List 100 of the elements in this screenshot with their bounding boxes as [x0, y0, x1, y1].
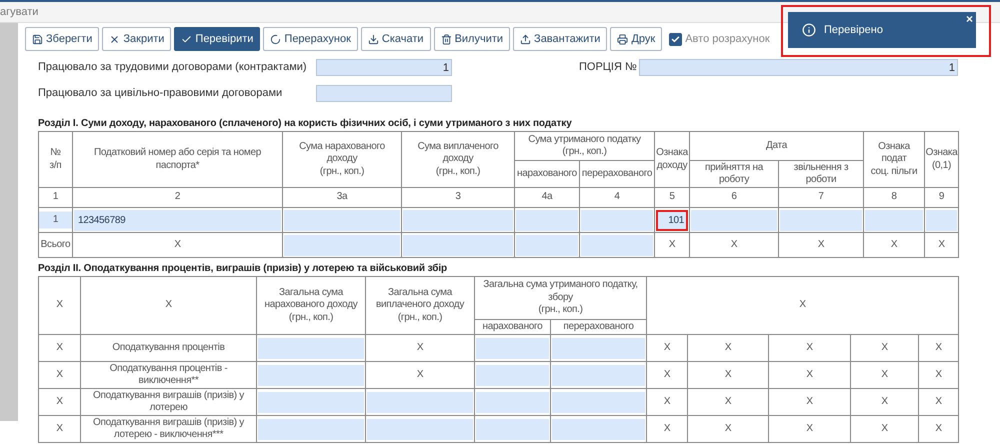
input-field[interactable]: [691, 210, 778, 230]
spinner-icon: [270, 34, 282, 44]
table-cell-text: X: [174, 238, 181, 250]
input-field[interactable]: [367, 392, 473, 412]
input-field[interactable]: [581, 234, 654, 256]
table-cell-text: X: [724, 342, 732, 353]
table-cell-text: X: [818, 238, 824, 250]
input-field[interactable]: 123456789: [74, 210, 281, 230]
input-field[interactable]: [476, 364, 549, 386]
input-field[interactable]: [258, 418, 364, 440]
input-field[interactable]: [926, 210, 958, 230]
input-field[interactable]: [552, 392, 645, 412]
input-field[interactable]: [780, 210, 862, 230]
column-number: 5: [669, 191, 675, 202]
auto-calc-checkbox[interactable]: Авто розрахунок: [669, 32, 770, 46]
input-field[interactable]: [516, 210, 578, 230]
table-cell-text: X: [730, 238, 738, 250]
toolbar-button[interactable]: Скачати: [360, 27, 431, 51]
table-cell-text: X: [664, 368, 670, 380]
input-field[interactable]: [284, 210, 400, 230]
close-icon: [109, 34, 120, 44]
table-cell-text: Оподаткування процентів - виключення**: [110, 362, 228, 386]
table-cell-text: X: [938, 238, 945, 250]
input-field[interactable]: [258, 392, 364, 412]
table-cell-text: X: [935, 422, 942, 434]
check-icon: [671, 34, 680, 44]
column-header: Сума виплаченого доходу (грн., коп.): [418, 140, 498, 177]
input-field[interactable]: [552, 418, 645, 440]
table-cell-text: X: [56, 396, 63, 407]
section-title: Розділ II. Оподаткування процентів, виграшів (призів) у лотерею та військовий збір: [38, 263, 448, 274]
table-cell-text: X: [806, 422, 813, 434]
input-field[interactable]: [316, 84, 452, 102]
table-cell-text: X: [935, 396, 942, 407]
input-field[interactable]: [516, 234, 578, 256]
input-field[interactable]: 101: [656, 210, 688, 230]
toolbar-button[interactable]: Закрити: [102, 27, 172, 51]
input-field[interactable]: [552, 338, 645, 358]
column-header: Дата: [766, 140, 787, 151]
table-cell-text: X: [881, 396, 888, 407]
table-cell-text: X: [806, 368, 813, 380]
table-cell-text: X: [935, 368, 942, 380]
input-field[interactable]: [284, 234, 400, 256]
column-header: Сума нарахованого доходу (грн., коп.): [299, 140, 385, 177]
column-number: 8: [891, 191, 897, 202]
column-number: 4: [614, 191, 620, 202]
input-field[interactable]: [552, 364, 645, 386]
close-button[interactable]: ×: [966, 13, 973, 25]
printer-icon: [617, 34, 628, 44]
save-icon: [32, 34, 43, 44]
column-header: Загальна сума виплаченого доходу (грн., коп.): [376, 286, 464, 323]
column-header: Ознака доходу: [656, 147, 688, 170]
column-number: 2: [174, 191, 180, 202]
toolbar-button[interactable]: Перевірити: [174, 27, 260, 51]
column-number: 3а: [336, 191, 348, 202]
input-field[interactable]: [476, 338, 549, 358]
input-field[interactable]: [403, 210, 513, 230]
input-field[interactable]: [476, 392, 549, 412]
table-cell-text: X: [56, 422, 63, 434]
input-field[interactable]: 1: [316, 58, 452, 76]
field-label: Працювало за трудовими договорами (контрактами): [38, 61, 308, 73]
column-header: X: [799, 299, 806, 310]
input-field[interactable]: [258, 364, 364, 386]
table-cell-text: X: [416, 342, 424, 353]
input-field[interactable]: [476, 418, 549, 440]
toolbar-button[interactable]: Завантажити: [513, 27, 608, 51]
column-header: перерахованого: [563, 320, 634, 332]
table-cell-text: Оподаткування процентів: [112, 342, 225, 353]
checkbox[interactable]: [669, 32, 682, 46]
input-field[interactable]: [258, 338, 364, 358]
table-cell-text: X: [56, 342, 63, 353]
section-title: Розділ I. Суми доходу, нарахованого (сплаченого) на користь фізичних осіб, і суми утриманого з них податку: [38, 118, 573, 129]
column-header: перерахованого: [582, 168, 652, 179]
column-number: 7: [818, 191, 824, 202]
input-field[interactable]: [865, 210, 924, 230]
row-number: 1: [52, 214, 58, 225]
table-cell-text: X: [664, 396, 670, 407]
input-field[interactable]: [581, 210, 654, 230]
table-cell-text: X: [724, 368, 732, 380]
toolbar-button[interactable]: Перерахунок: [263, 27, 358, 51]
column-header: нарахованого: [517, 168, 577, 179]
toolbar-button[interactable]: Друк: [610, 27, 662, 51]
input-field[interactable]: [367, 418, 473, 440]
column-header: Ознака (0,1): [926, 147, 958, 170]
table-cell-text: X: [416, 368, 424, 380]
toolbar-button[interactable]: Зберегти: [25, 27, 100, 51]
table-cell-text: Оподаткування виграшів (призів) у лотерею: [92, 390, 244, 413]
toolbar-button[interactable]: Вилучити: [434, 27, 510, 51]
window-title: агувати: [0, 6, 38, 18]
table-cell-text: X: [664, 342, 670, 353]
column-number: 3: [455, 191, 461, 202]
table-cell-text: X: [881, 368, 888, 380]
column-number: 6: [731, 191, 737, 202]
table-cell-text: X: [881, 342, 888, 353]
column-header: Загальна сума утриманого податку, збору (грн., коп.): [483, 279, 638, 316]
column-header: Загальна сума нарахованого доходу (грн., коп.): [264, 286, 358, 323]
column-header: Податковий номер або серія та номер паспорта*: [94, 147, 261, 170]
input-field[interactable]: 1: [638, 58, 958, 76]
info-icon: [802, 23, 816, 37]
check-icon: [181, 34, 192, 44]
input-field[interactable]: [403, 234, 513, 256]
